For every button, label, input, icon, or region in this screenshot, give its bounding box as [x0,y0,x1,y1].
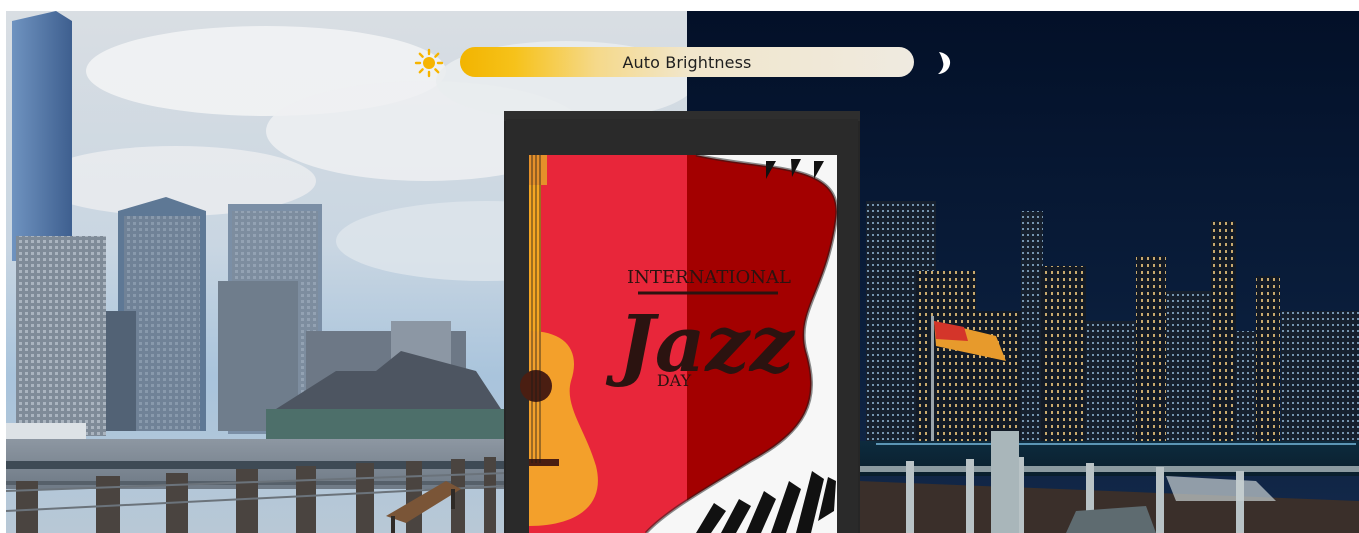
poster-line-international: INTERNATIONAL [627,267,791,288]
moon-icon [932,49,954,77]
poster-line-day: DAY [657,371,692,390]
city-comparison-scene: INTERNATIONAL Jazz DAY [6,11,1359,533]
auto-brightness-bar[interactable]: Auto Brightness [460,47,914,77]
sun-icon [414,48,444,78]
poster-line-jazz: Jazz [605,299,796,390]
auto-brightness-label: Auto Brightness [622,52,752,72]
jazz-poster-display: INTERNATIONAL Jazz DAY [504,111,860,533]
auto-brightness-control: Auto Brightness [410,44,970,82]
